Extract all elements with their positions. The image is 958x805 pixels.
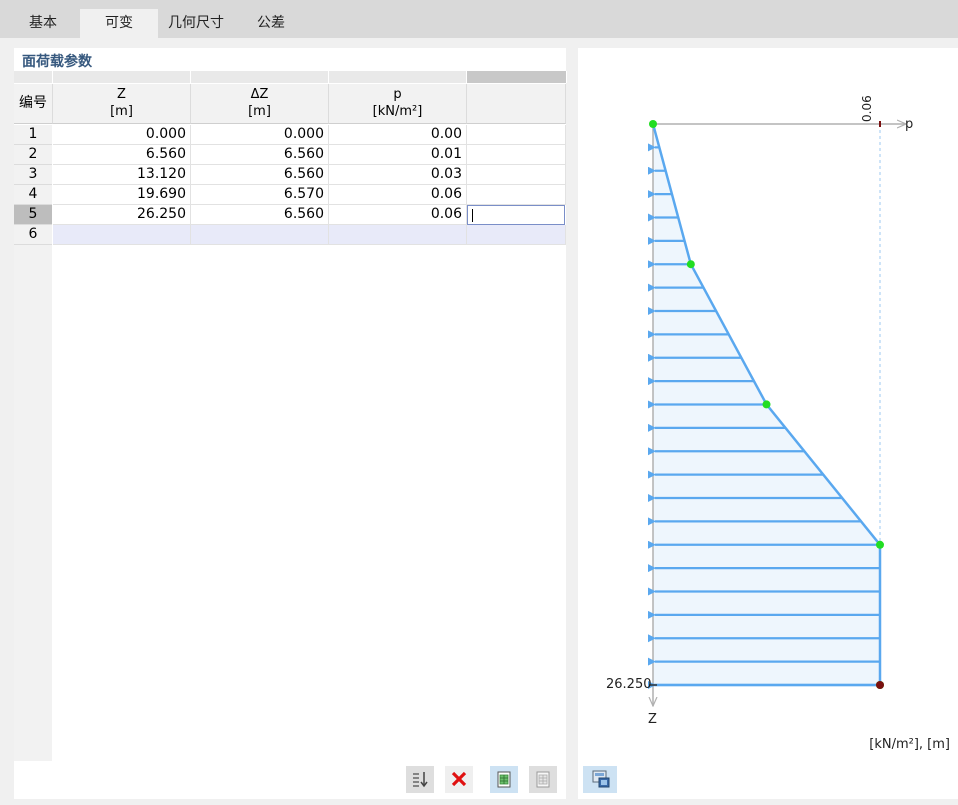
text-caret	[472, 209, 473, 222]
tab-tolerance[interactable]: 公差	[236, 9, 306, 38]
cell-delta-z[interactable]: 6.560	[191, 205, 329, 225]
max-z-label: 26.250	[606, 677, 652, 692]
header-extra	[467, 84, 566, 124]
header-p[interactable]: p [kN/m²]	[329, 84, 467, 124]
cell-p[interactable]: 0.03	[329, 165, 467, 185]
header-strip	[329, 71, 467, 83]
row-number[interactable]: 4	[14, 185, 52, 205]
row-number[interactable]: 6	[14, 225, 52, 245]
diagram-layer	[648, 120, 906, 706]
active-edit-cell[interactable]	[467, 205, 565, 225]
load-node	[762, 400, 771, 409]
cell-extra[interactable]	[467, 125, 566, 145]
cell-z[interactable]: 0.000	[53, 125, 191, 145]
tab-variable[interactable]: 可变	[80, 9, 158, 38]
end-node	[876, 681, 884, 689]
load-node	[686, 260, 695, 269]
panel-title: 面荷载参数	[22, 54, 92, 70]
cell-delta-z[interactable]: 6.570	[191, 185, 329, 205]
diagram-options-icon	[592, 770, 610, 788]
cell-z[interactable]: 13.120	[53, 165, 191, 185]
cell-delta-z[interactable]: 0.000	[191, 125, 329, 145]
cell-p[interactable]: 0.00	[329, 125, 467, 145]
header-z-unit: [m]	[110, 104, 133, 119]
load-table: 编号 Z [m] ΔZ [m] p [kN/m²] 1 0.000 0.000 …	[14, 71, 567, 761]
cell-z[interactable]: 6.560	[53, 145, 191, 165]
cell-z[interactable]: 19.690	[53, 185, 191, 205]
sort-icon	[413, 772, 428, 788]
header-z[interactable]: Z [m]	[53, 84, 191, 124]
diagram-options-button[interactable]	[583, 766, 617, 793]
header-delta-z-unit: [m]	[248, 104, 271, 119]
cell-p[interactable]	[329, 225, 467, 245]
row-number[interactable]: 3	[14, 165, 52, 185]
header-strip	[14, 71, 53, 83]
load-node	[649, 120, 657, 128]
table-row[interactable]: 2 6.560 6.560 0.01	[14, 145, 566, 165]
export-table-button[interactable]	[529, 766, 557, 793]
header-strip	[467, 71, 567, 83]
cell-delta-z[interactable]: 6.560	[191, 165, 329, 185]
cell-extra[interactable]	[467, 165, 566, 185]
tab-geometry[interactable]: 几何尺寸	[160, 9, 232, 38]
row-number[interactable]: 1	[14, 125, 52, 145]
import-table-icon	[497, 771, 511, 788]
header-delta-z[interactable]: ΔZ [m]	[191, 84, 329, 124]
table-row[interactable]: 1 0.000 0.000 0.00	[14, 125, 566, 145]
delete-icon	[451, 771, 467, 787]
load-diagram	[648, 48, 958, 748]
table-row[interactable]: 3 13.120 6.560 0.03	[14, 165, 566, 185]
max-p-value: 0.06	[860, 95, 874, 122]
sort-button[interactable]	[406, 766, 434, 793]
cell-extra[interactable]	[467, 145, 566, 165]
cell-z[interactable]: 26.250	[53, 205, 191, 225]
load-node	[876, 540, 884, 549]
tab-bar: 基本 可变 几何尺寸 公差	[0, 0, 958, 38]
cell-extra[interactable]	[467, 185, 566, 205]
cell-p[interactable]: 0.06	[329, 185, 467, 205]
header-delta-z-label: ΔZ	[250, 87, 269, 102]
row-number[interactable]: 5	[14, 205, 52, 225]
header-p-unit: [kN/m²]	[372, 104, 423, 119]
header-row-number: 编号	[14, 84, 53, 124]
units-label: [kN/m²], [m]	[869, 737, 950, 752]
cell-delta-z[interactable]: 6.560	[191, 145, 329, 165]
row-number[interactable]: 2	[14, 145, 52, 165]
export-table-icon	[536, 771, 550, 788]
cell-p[interactable]: 0.01	[329, 145, 467, 165]
p-axis-label: p	[905, 117, 914, 132]
diagram-panel: p 0.06 26.250 Z [kN/m²], [m]	[578, 48, 958, 799]
delete-button[interactable]	[445, 766, 473, 793]
header-p-label: p	[393, 87, 402, 102]
row-header-column	[14, 245, 52, 761]
import-table-button[interactable]	[490, 766, 518, 793]
cell-z[interactable]	[53, 225, 191, 245]
cell-p[interactable]: 0.06	[329, 205, 467, 225]
parameter-panel: 面荷载参数 编号 Z [m] ΔZ [m] p [kN/m²] 1 0.000 …	[14, 48, 567, 799]
z-axis-label: Z	[648, 712, 657, 727]
header-z-label: Z	[117, 87, 126, 102]
cell-extra[interactable]	[467, 225, 566, 245]
cell-delta-z[interactable]	[191, 225, 329, 245]
table-row-new[interactable]: 6	[14, 225, 566, 245]
table-row[interactable]: 4 19.690 6.570 0.06	[14, 185, 566, 205]
header-strip	[191, 71, 329, 83]
tab-basic[interactable]: 基本	[14, 9, 72, 38]
header-strip	[53, 71, 191, 83]
